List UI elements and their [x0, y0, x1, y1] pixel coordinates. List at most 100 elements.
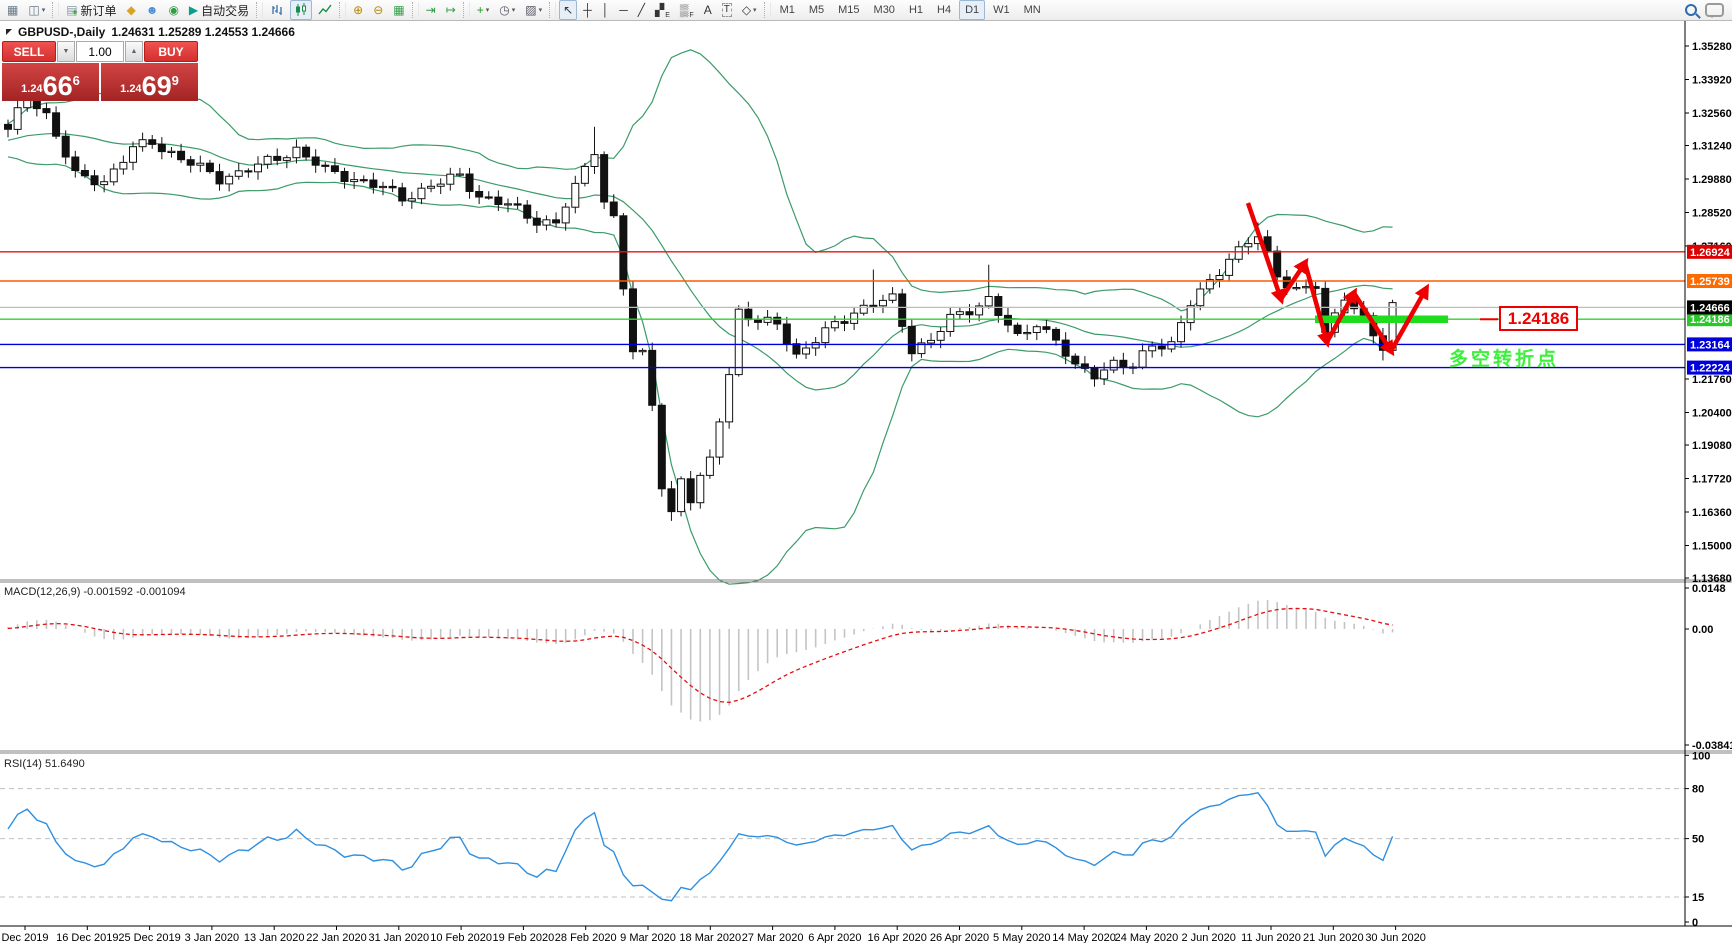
timeframe-h4-button[interactable]: H4 [931, 0, 957, 20]
search-icon[interactable] [1685, 4, 1697, 16]
timeframe-h1-button[interactable]: H1 [903, 0, 929, 20]
buy-button[interactable]: BUY [144, 41, 198, 62]
sell-price-pips: 66 [42, 71, 73, 101]
new-chart-button[interactable]: ▦ [3, 0, 22, 20]
auto-scroll-button[interactable]: ⇥ [422, 0, 440, 20]
chart-window: GBPUSD-,Daily 1.24631 1.25289 1.24553 1.… [0, 21, 1732, 944]
volume-decrease-button[interactable]: ▼ [57, 41, 75, 62]
price-axis-tick: 1.19080 [1692, 440, 1732, 452]
fibonacci-letter: F [689, 12, 694, 19]
text-label-button[interactable]: T [718, 0, 736, 20]
date-axis-label: 2 Jun 2020 [1181, 932, 1235, 943]
indicators-caret-icon: ▾ [485, 7, 490, 14]
macd-label: MACD(12,26,9) -0.001592 -0.001094 [4, 586, 186, 598]
tile-windows-button[interactable]: ▦ [389, 0, 408, 20]
price-axis-tick: 1.29880 [1692, 174, 1732, 186]
price-chart-canvas[interactable]: MACD(12,26,9) -0.001592 -0.001094 0.01480… [0, 21, 1732, 944]
market-button[interactable]: ◆ [123, 0, 140, 20]
fibonacci-button[interactable]: ▒ F [676, 0, 698, 20]
candlestick-mode-icon [294, 3, 308, 17]
timeframe-m30-button[interactable]: M30 [868, 0, 901, 20]
arrows-caret-icon: ▾ [753, 7, 757, 14]
sell-price[interactable]: 1.24 66 6 [2, 63, 99, 101]
crosshair-icon: ┼ [583, 3, 592, 17]
price-axis-tick: 1.21760 [1692, 374, 1732, 386]
timeframe-d1-button[interactable]: D1 [959, 0, 986, 20]
profiles-icon: ◫ [28, 3, 40, 17]
periods-caret-icon: ▾ [511, 7, 516, 14]
zoom-in-icon: ⊕ [353, 3, 364, 17]
bollinger-lower-band [7, 156, 1393, 585]
price-label-1.25739: 1.25739 [1690, 276, 1730, 288]
candlestick-mode-button[interactable] [290, 0, 313, 20]
price-label-1.26924: 1.26924 [1690, 247, 1731, 259]
toolbar-group-5: + ▾ ◷ ▾ ▨ ▾ [472, 0, 547, 20]
toolbar-group-0: ▦ ◫ ▾ [2, 0, 50, 20]
annotation-cn-text[interactable]: 多空转折点 [1449, 347, 1559, 370]
buy-price[interactable]: 1.24 69 9 [101, 63, 198, 101]
new-order-button[interactable]: ▤ + 新订单 [62, 0, 120, 20]
toolbar-separator [411, 2, 419, 18]
toolbar-separator [763, 2, 771, 18]
profiles-caret-icon: ▾ [41, 7, 46, 14]
equidistant-channel-letter: E [665, 12, 670, 19]
price-line-labels: 1.26924 1.25739 1.24186 1.23164 1.22224 1.246… [1687, 244, 1732, 375]
price-label-1.24186: 1.24186 [1690, 314, 1730, 326]
cursor-icon: ↖ [563, 3, 574, 17]
signals-button[interactable]: ☻ [142, 0, 163, 20]
buy-price-base: 1.24 [120, 83, 142, 95]
toolbar-right-icons [1685, 3, 1730, 18]
news-radar-button[interactable]: ◉ [164, 0, 182, 20]
timeframe-w1-button[interactable]: W1 [987, 0, 1016, 20]
chart-header: GBPUSD-,Daily 1.24631 1.25289 1.24553 1.… [6, 25, 295, 39]
profiles-button[interactable]: ◫ ▾ [24, 0, 49, 20]
horizontal-line-button[interactable]: ─ [615, 0, 632, 20]
trendline-button[interactable]: ╱ [634, 0, 649, 20]
sell-price-point: 6 [72, 73, 80, 88]
templates-button[interactable]: ▨ ▾ [521, 0, 546, 20]
indicators-button[interactable]: + ▾ [473, 0, 494, 20]
rsi-axis-tick: 80 [1692, 784, 1704, 796]
chart-window-marker-icon [6, 29, 12, 35]
volume-increase-button[interactable]: ▲ [125, 41, 143, 62]
timeframe-m15-button[interactable]: M15 [832, 0, 865, 20]
zoom-out-button[interactable]: ⊖ [369, 0, 387, 20]
auto-trading-button[interactable]: ▶ 自动交易 [185, 0, 253, 20]
timeframe-m5-button[interactable]: M5 [803, 0, 830, 20]
templates-icon: ▨ [525, 3, 537, 17]
sell-price-base: 1.24 [21, 83, 43, 95]
price-axis-tick: 1.31240 [1692, 141, 1732, 153]
horizontal-line-objects [0, 251, 1685, 369]
toolbar-group-4: ⇥ ↦ [421, 0, 461, 20]
toolbar-group-6: ↖ ┼ │ ─ ╱ ▞ E ▒ F A T ◇ ▾ [558, 0, 761, 20]
volume-input[interactable]: 1.00 [76, 41, 124, 62]
price-label-1.22224: 1.22224 [1690, 363, 1731, 375]
zoom-in-button[interactable]: ⊕ [349, 0, 367, 20]
bar-chart-mode-button[interactable] [266, 0, 288, 20]
price-axis-tick: 1.35280 [1692, 41, 1732, 53]
arrows-button[interactable]: ◇ ▾ [738, 0, 761, 20]
line-chart-mode-button[interactable] [314, 0, 336, 20]
date-axis-label: 13 Jan 2020 [244, 932, 305, 943]
annotation-green-support-bar[interactable] [1315, 315, 1448, 324]
sell-button[interactable]: SELL [2, 41, 56, 62]
signals-icon: ☻ [145, 3, 159, 17]
text-icon: A [703, 3, 712, 17]
rsi-axis-tick: 100 [1692, 750, 1710, 762]
price-axis-tick: 1.16360 [1692, 507, 1732, 519]
bar-chart-mode-icon [270, 3, 284, 17]
line-chart-mode-icon [318, 3, 332, 17]
timeframe-mn-button[interactable]: MN [1018, 0, 1047, 20]
chart-shift-button[interactable]: ↦ [442, 0, 460, 20]
crosshair-button[interactable]: ┼ [579, 0, 596, 20]
date-axis-label: 30 Jun 2020 [1365, 932, 1426, 943]
periods-button[interactable]: ◷ ▾ [495, 0, 519, 20]
vertical-line-button[interactable]: │ [598, 0, 614, 20]
text-button[interactable]: A [700, 0, 716, 20]
cursor-button[interactable]: ↖ [559, 0, 578, 20]
chat-icon[interactable] [1705, 3, 1724, 18]
timeframe-m1-button[interactable]: M1 [774, 0, 801, 20]
equidistant-channel-button[interactable]: ▞ E [651, 0, 674, 20]
rsi-axis-tick: 15 [1692, 892, 1704, 904]
templates-caret-icon: ▾ [538, 7, 543, 14]
